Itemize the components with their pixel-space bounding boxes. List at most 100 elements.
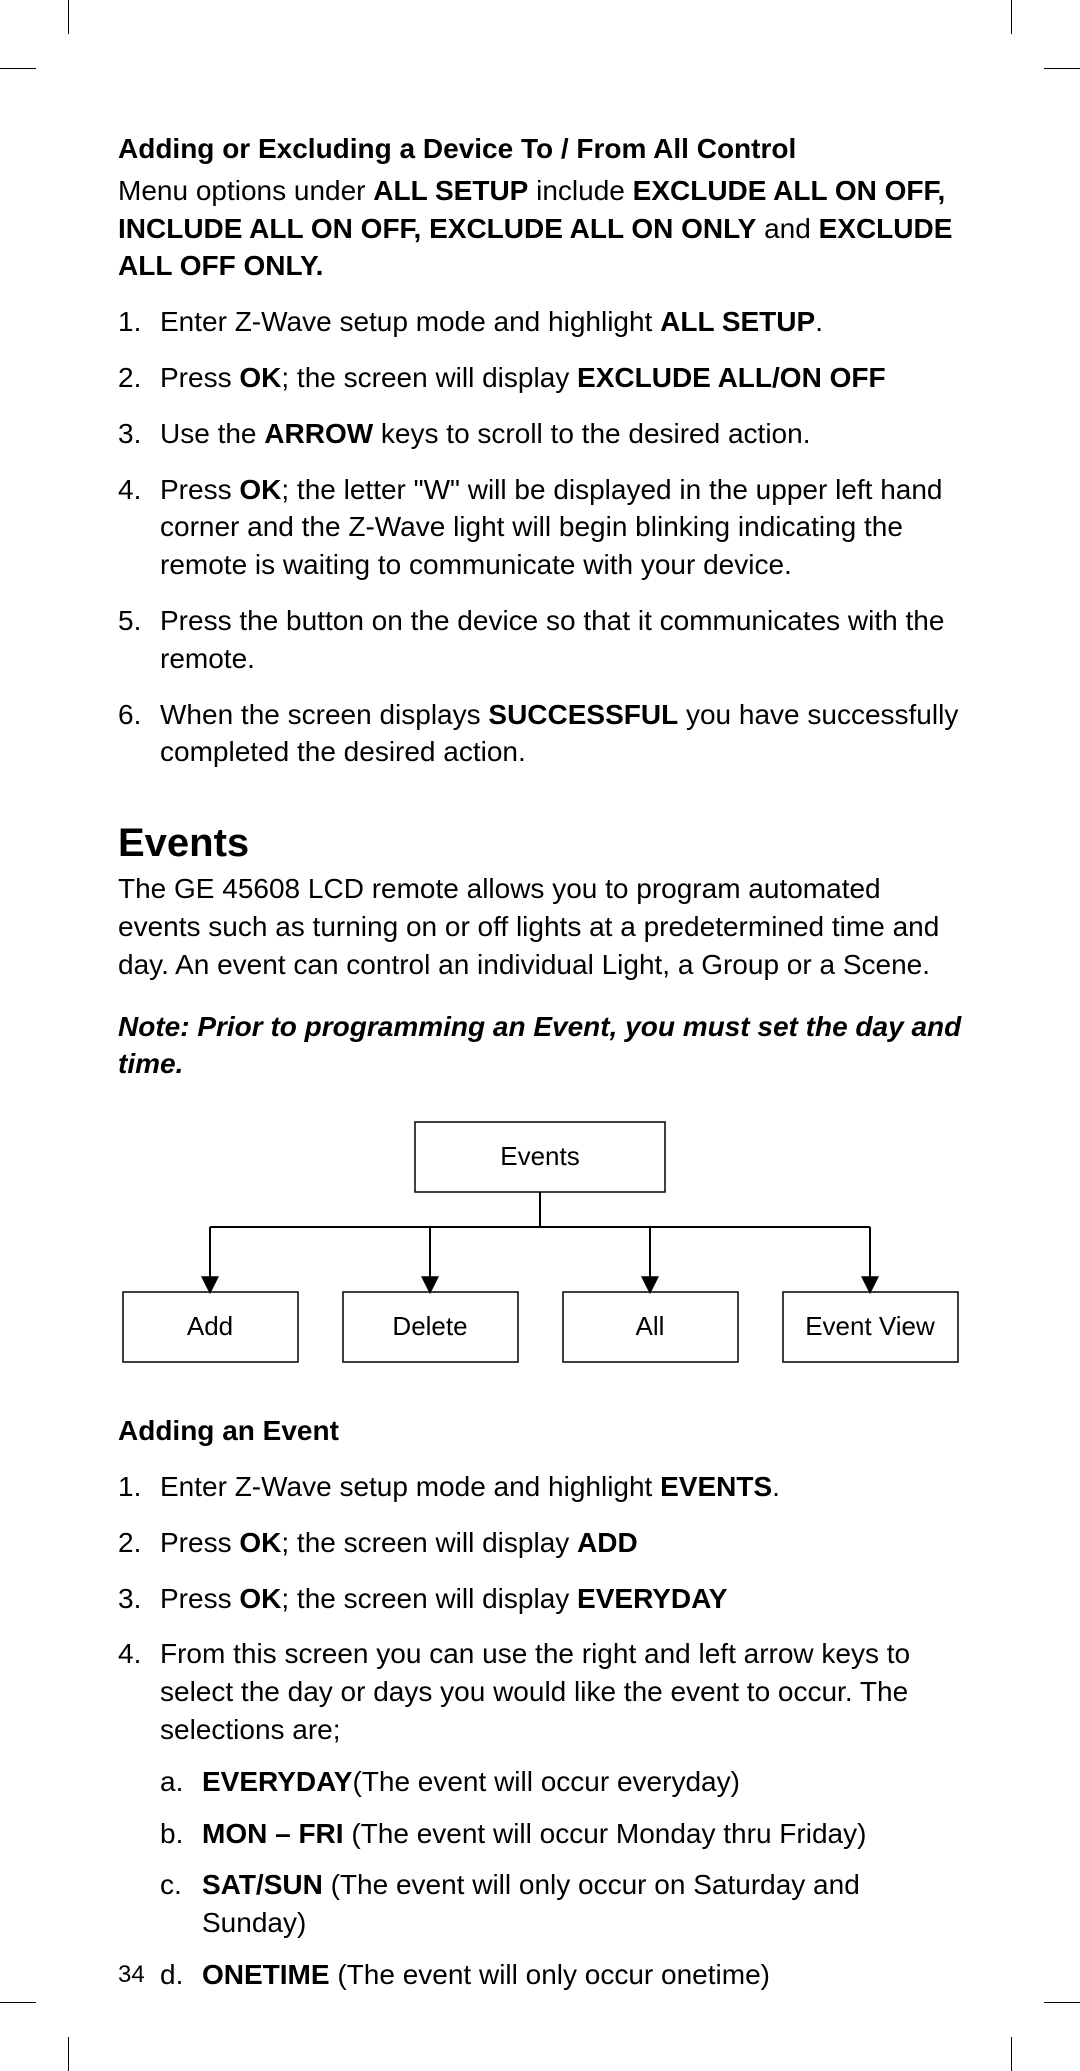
list-item: c. SAT/SUN (The event will only occur on…	[160, 1866, 962, 1942]
list-number: 2.	[118, 1524, 160, 1562]
text: Press	[160, 474, 239, 505]
list-item-body: From this screen you can use the right a…	[160, 1635, 962, 2007]
list-number: 4.	[118, 471, 160, 584]
text-bold: ARROW	[264, 418, 373, 449]
text: keys to scroll to the desired action.	[373, 418, 810, 449]
list-item: 3. Press OK; the screen will display EVE…	[118, 1580, 962, 1618]
diagram-child-label: Delete	[392, 1311, 467, 1341]
text-bold: OK	[239, 474, 281, 505]
list-item-body: Enter Z-Wave setup mode and highlight EV…	[160, 1468, 962, 1506]
text: ; the screen will display	[281, 362, 577, 393]
text-bold: ADD	[577, 1527, 638, 1558]
text: include	[528, 175, 632, 206]
text-bold: EVENTS	[660, 1471, 772, 1502]
text: .	[815, 306, 823, 337]
list-item: 5. Press the button on the device so tha…	[118, 602, 962, 678]
text-bold: OK	[239, 362, 281, 393]
text: (The event will occur Monday thru Friday…	[344, 1818, 867, 1849]
list-item-body: Press OK; the letter "W" will be display…	[160, 471, 962, 584]
text: ; the screen will display	[281, 1527, 577, 1558]
events-hierarchy-diagram: Events Add Delete All Event View	[118, 1117, 962, 1377]
list-item: 1. Enter Z-Wave setup mode and highlight…	[118, 303, 962, 341]
list-item-body: Press OK; the screen will display ADD	[160, 1524, 962, 1562]
list-number: 4.	[118, 1635, 160, 2007]
crop-mark	[1011, 0, 1012, 34]
text: Enter Z-Wave setup mode and highlight	[160, 1471, 660, 1502]
list-letter: c.	[160, 1866, 202, 1942]
list-item-body: ONETIME (The event will only occur oneti…	[202, 1956, 770, 1994]
list-item: 2. Press OK; the screen will display EXC…	[118, 359, 962, 397]
diagram-child-label: Add	[187, 1311, 233, 1341]
list-number: 2.	[118, 359, 160, 397]
text: When the screen displays	[160, 699, 488, 730]
instruction-list: 1. Enter Z-Wave setup mode and highlight…	[118, 303, 962, 771]
list-item: 2. Press OK; the screen will display ADD	[118, 1524, 962, 1562]
crop-mark	[0, 2002, 36, 2003]
instruction-list: 1. Enter Z-Wave setup mode and highlight…	[118, 1468, 962, 2008]
crop-mark	[1044, 2002, 1080, 2003]
manual-page: Adding or Excluding a Device To / From A…	[0, 0, 1080, 2071]
list-item: b. MON – FRI (The event will occur Monda…	[160, 1815, 962, 1853]
text-bold: OK	[239, 1583, 281, 1614]
list-item: 4. From this screen you can use the righ…	[118, 1635, 962, 2007]
list-number: 1.	[118, 303, 160, 341]
text: .	[772, 1471, 780, 1502]
text: ; the screen will display	[281, 1583, 577, 1614]
list-item-body: MON – FRI (The event will occur Monday t…	[202, 1815, 866, 1853]
text-bold: EXCLUDE ALL/ON OFF	[577, 362, 886, 393]
list-number: 1.	[118, 1468, 160, 1506]
text-bold: ALL SETUP	[373, 175, 528, 206]
list-item: a. EVERYDAY(The event will occur everyda…	[160, 1763, 962, 1801]
list-letter: d.	[160, 1956, 202, 1994]
text-bold: OK	[239, 1527, 281, 1558]
list-item-body: Press OK; the screen will display EVERYD…	[160, 1580, 962, 1618]
text: From this screen you can use the right a…	[160, 1638, 910, 1745]
events-intro: The GE 45608 LCD remote allows you to pr…	[118, 870, 962, 983]
crop-mark	[68, 0, 69, 34]
list-number: 3.	[118, 415, 160, 453]
text: Press	[160, 1583, 239, 1614]
list-item-body: EVERYDAY(The event will occur everyday)	[202, 1763, 740, 1801]
list-letter: a.	[160, 1763, 202, 1801]
text: and	[756, 213, 818, 244]
list-number: 5.	[118, 602, 160, 678]
text-bold: MON – FRI	[202, 1818, 344, 1849]
intro-paragraph: Menu options under ALL SETUP include EXC…	[118, 172, 962, 285]
text: Press	[160, 362, 239, 393]
list-item: 4. Press OK; the letter "W" will be disp…	[118, 471, 962, 584]
heading-events: Events	[118, 821, 962, 866]
list-item: 1. Enter Z-Wave setup mode and highlight…	[118, 1468, 962, 1506]
list-item-body: Press OK; the screen will display EXCLUD…	[160, 359, 962, 397]
diagram-root-label: Events	[500, 1141, 580, 1171]
text-bold: EVERYDAY	[577, 1583, 727, 1614]
crop-mark	[1011, 2037, 1012, 2071]
text: Use the	[160, 418, 264, 449]
list-item: 3. Use the ARROW keys to scroll to the d…	[118, 415, 962, 453]
text-bold: ALL SETUP	[660, 306, 815, 337]
heading-adding-excluding-device: Adding or Excluding a Device To / From A…	[118, 130, 962, 168]
crop-mark	[68, 2037, 69, 2071]
diagram-child-label: All	[636, 1311, 665, 1341]
text: (The event will occur everyday)	[352, 1766, 739, 1797]
crop-mark	[0, 68, 36, 69]
text-bold: SUCCESSFUL	[488, 699, 678, 730]
list-item-body: When the screen displays SUCCESSFUL you …	[160, 696, 962, 772]
list-item-body: Press the button on the device so that i…	[160, 602, 962, 678]
list-letter: b.	[160, 1815, 202, 1853]
crop-mark	[1044, 68, 1080, 69]
list-item-body: Use the ARROW keys to scroll to the desi…	[160, 415, 962, 453]
page-content: Adding or Excluding a Device To / From A…	[118, 130, 962, 2026]
text-bold: SAT/SUN	[202, 1869, 323, 1900]
text-bold: EVERYDAY	[202, 1766, 352, 1797]
list-number: 6.	[118, 696, 160, 772]
list-number: 3.	[118, 1580, 160, 1618]
text: Menu options under	[118, 175, 373, 206]
text: Enter Z-Wave setup mode and highlight	[160, 306, 660, 337]
list-item: d. ONETIME (The event will only occur on…	[160, 1956, 962, 1994]
text-bold: ONETIME	[202, 1959, 330, 1990]
text: (The event will only occur onetime)	[330, 1959, 770, 1990]
heading-adding-event: Adding an Event	[118, 1412, 962, 1450]
events-note: Note: Prior to programming an Event, you…	[118, 1008, 962, 1084]
list-item-body: SAT/SUN (The event will only occur on Sa…	[202, 1866, 962, 1942]
sub-list: a. EVERYDAY(The event will occur everyda…	[160, 1763, 962, 1994]
